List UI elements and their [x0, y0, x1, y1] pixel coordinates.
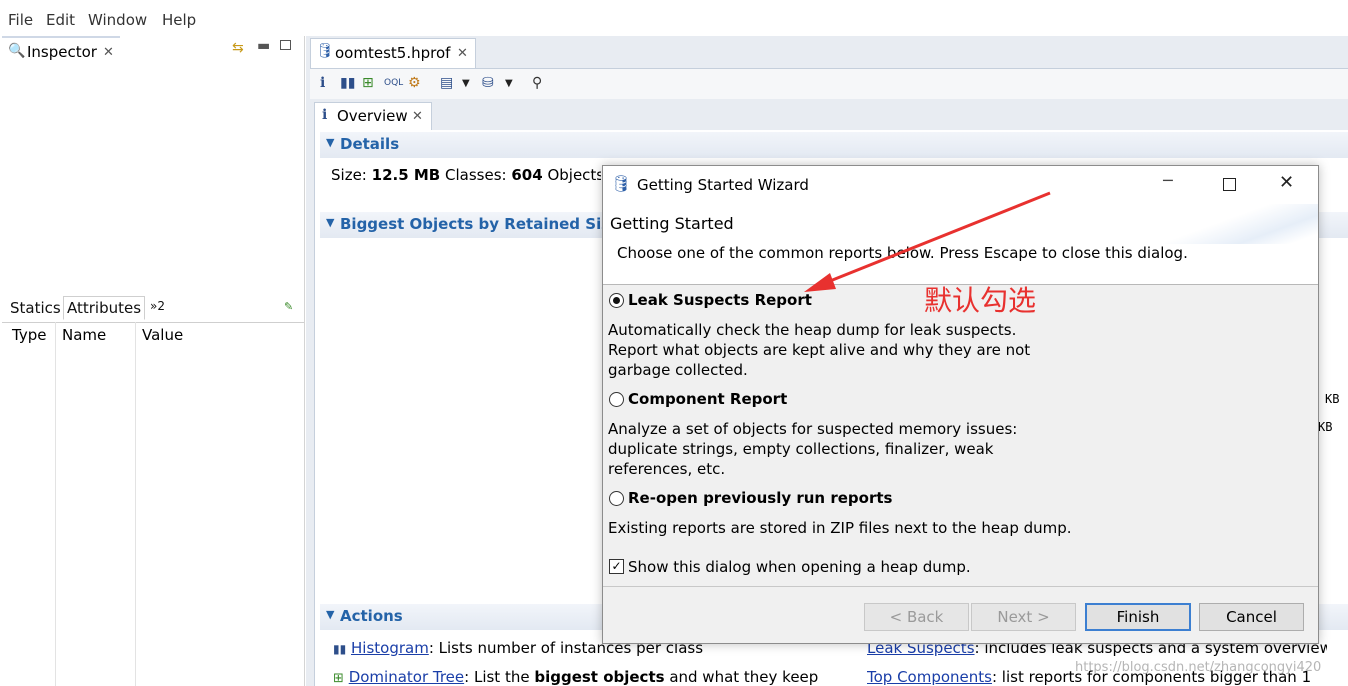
wizard-icon: 🛢 — [611, 174, 632, 193]
minimize-icon[interactable]: ▬ — [257, 38, 270, 54]
dominator-desc-tail: and what they keep — [664, 668, 819, 686]
reopen-reports-label[interactable]: Re-open previously run reports — [628, 489, 892, 507]
component-report-label[interactable]: Component Report — [628, 390, 787, 408]
link-with-editor-icon[interactable]: ⇆ — [232, 40, 244, 56]
dominator-desc-bold: biggest objects — [534, 668, 665, 686]
next-button[interactable]: Next > — [971, 603, 1076, 631]
size-unit: KB — [1325, 392, 1340, 406]
cancel-button[interactable]: Cancel — [1199, 603, 1304, 631]
dominator-tree-link[interactable]: Dominator Tree — [349, 668, 464, 686]
collapse-icon[interactable]: ▼ — [326, 136, 334, 149]
annotation-label: 默认勾选 — [924, 284, 1037, 317]
editor-tab[interactable]: 🛢 oomtest5.hprof ✕ — [310, 38, 476, 69]
reopen-reports-radio[interactable] — [609, 491, 624, 506]
column-divider — [135, 322, 136, 686]
tab-statics[interactable]: Statics — [10, 299, 61, 317]
column-name[interactable]: Name — [62, 326, 106, 344]
button-divider — [603, 586, 1318, 587]
biggest-objects-title: Biggest Objects by Retained Size — [340, 215, 621, 233]
dominator-desc: : List the — [464, 668, 535, 686]
tab-overview[interactable]: i Overview ✕ — [314, 102, 432, 131]
maximize-icon[interactable] — [280, 40, 291, 50]
editor-tab-label: oomtest5.hprof — [335, 44, 451, 62]
heap-dump-icon: 🛢 — [316, 43, 334, 59]
oql-icon[interactable]: OQL — [384, 78, 403, 88]
column-value[interactable]: Value — [142, 326, 183, 344]
menu-bar: File Edit Window Help — [0, 0, 1348, 36]
dominator-tree-icon[interactable]: ⊞ — [362, 75, 374, 91]
details-title: Details — [340, 135, 400, 153]
actions-title: Actions — [340, 607, 403, 625]
dominator-action: ⊞ Dominator Tree: List the biggest objec… — [333, 668, 818, 686]
dialog-title: Getting Started Wizard — [637, 176, 809, 194]
reports-icon[interactable]: ▤ — [440, 75, 453, 91]
search-icon[interactable]: ⚲ — [532, 75, 542, 91]
editor-toolbar: i ▮▮ ⊞ OQL ⚙ ▤ ▼ ⛁ ▼ ⚲ — [310, 68, 1348, 99]
objects-label: Objects: — [547, 166, 601, 184]
reopen-reports-desc: Existing reports are stored in ZIP files… — [608, 519, 1072, 537]
header-banner — [1163, 204, 1318, 244]
inspector-pane — [2, 36, 305, 686]
menu-edit[interactable]: Edit — [46, 11, 75, 29]
size-unit: KB — [1318, 420, 1333, 434]
column-divider — [55, 322, 56, 686]
arrow-shaft — [819, 191, 1051, 287]
collapse-icon[interactable]: ▼ — [326, 216, 334, 229]
chevron-down-icon[interactable]: ▼ — [462, 78, 470, 89]
pin-icon[interactable]: ✎ — [284, 300, 293, 313]
histogram-icon: ▮▮ — [333, 642, 347, 656]
close-icon[interactable]: ✕ — [412, 109, 423, 124]
minimize-icon[interactable]: ─ — [1163, 171, 1173, 190]
info-icon[interactable]: i — [320, 75, 325, 91]
top-components-link[interactable]: Top Components — [867, 668, 992, 686]
close-icon[interactable]: ✕ — [103, 45, 114, 60]
size-value: 12.5 MB — [371, 166, 441, 184]
leak-suspects-radio[interactable] — [609, 293, 624, 308]
classes-label: Classes: — [445, 166, 507, 184]
histogram-icon[interactable]: ▮▮ — [340, 75, 355, 91]
component-report-radio[interactable] — [609, 392, 624, 407]
dominator-tree-icon: ⊞ — [333, 671, 344, 686]
inspector-subtabs: Statics Attributes »2 ✎ — [2, 296, 304, 323]
arrow-head — [804, 273, 836, 292]
inspector-icon: 🔍 — [8, 43, 26, 59]
close-icon[interactable]: ✕ — [457, 46, 468, 61]
menu-window[interactable]: Window — [88, 11, 147, 29]
histogram-link[interactable]: Histogram — [351, 639, 429, 657]
attributes-table-header: Type Name Value — [2, 322, 304, 348]
show-dialog-checkbox[interactable]: ✓ — [609, 559, 624, 574]
menu-help[interactable]: Help — [162, 11, 196, 29]
leak-suspects-desc: Automatically check the heap dump for le… — [608, 321, 1031, 379]
dialog-heading: Getting Started — [610, 214, 734, 233]
finish-button[interactable]: Finish — [1085, 603, 1191, 631]
thread-overview-icon[interactable]: ⚙ — [408, 75, 421, 91]
classes-value: 604 — [511, 166, 543, 184]
chevron-down-icon[interactable]: ▼ — [505, 78, 513, 89]
details-summary: Size: 12.5 MB Classes: 604 Objects: 20 — [331, 166, 601, 184]
inspector-tab[interactable]: 🔍 Inspector ✕ — [2, 36, 120, 68]
details-section-header[interactable]: ▼ Details — [320, 132, 1348, 158]
menu-file[interactable]: File — [8, 11, 33, 29]
query-browser-icon[interactable]: ⛁ — [482, 75, 494, 91]
overview-tab-label: Overview — [337, 107, 408, 125]
column-type[interactable]: Type — [12, 326, 46, 344]
close-icon[interactable]: ✕ — [1279, 172, 1294, 193]
info-icon: i — [322, 107, 328, 123]
component-report-desc: Analyze a set of objects for suspected m… — [608, 420, 1018, 478]
collapse-icon[interactable]: ▼ — [326, 608, 334, 621]
leak-suspects-label[interactable]: Leak Suspects Report — [628, 291, 812, 309]
show-dialog-label[interactable]: Show this dialog when opening a heap dum… — [628, 558, 971, 576]
back-button[interactable]: < Back — [864, 603, 969, 631]
inspector-tab-label: Inspector — [27, 43, 97, 61]
watermark: https://blog.csdn.net/zhangcongyi420 — [1075, 660, 1322, 675]
tab-attributes[interactable]: Attributes — [63, 296, 146, 320]
radio-dot — [613, 297, 620, 304]
tab-overflow[interactable]: »2 — [150, 299, 165, 313]
size-label: Size: — [331, 166, 367, 184]
maximize-icon[interactable] — [1223, 178, 1236, 191]
